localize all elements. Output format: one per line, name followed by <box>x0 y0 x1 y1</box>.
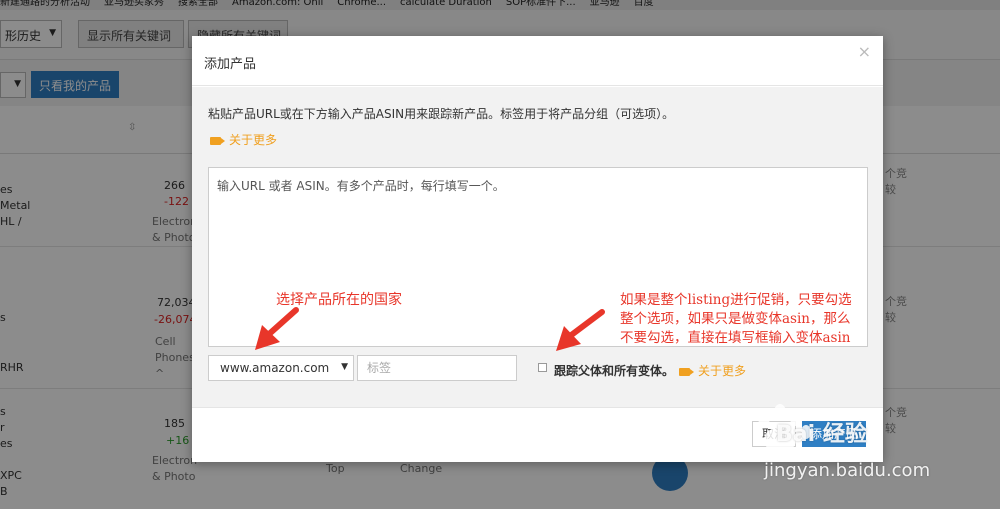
chevron-down-icon: ▼ <box>341 362 348 372</box>
watermark-url: jingyan.baidu.com <box>764 460 931 481</box>
intro-text: 粘贴产品URL或在下方输入产品ASIN用来跟踪新产品。标签用于将产品分组（可选项… <box>208 107 675 121</box>
add-product-modal: 添加产品 × 粘贴产品URL或在下方输入产品ASIN用来跟踪新产品。标签用于将产… <box>192 36 883 462</box>
country-select-value: www.amazon.com <box>220 361 330 375</box>
modal-title: 添加产品 <box>204 57 257 72</box>
watermark-brand: Bai 经验 <box>776 422 867 447</box>
country-annotation: 选择产品所在的国家 <box>276 292 402 308</box>
learn-more-label: 关于更多 <box>698 364 747 378</box>
learn-more-link[interactable]: 关于更多 <box>210 131 277 148</box>
track-variants-checkbox[interactable] <box>538 363 547 372</box>
learn-more-link-2[interactable]: 关于更多 <box>679 362 746 379</box>
track-variants-label[interactable]: 跟踪父体和所有变体。 <box>554 362 674 379</box>
tag-input[interactable] <box>357 355 517 381</box>
modal-body: 粘贴产品URL或在下方输入产品ASIN用来跟踪新产品。标签用于将产品分组（可选项… <box>192 87 883 407</box>
video-icon <box>679 367 694 376</box>
country-select[interactable]: www.amazon.com ▼ <box>208 355 354 381</box>
annotation-line: 整个选项，如果只是做变体asin，那么 <box>620 311 851 327</box>
listing-annotation: 如果是整个listing进行促销，只要勾选 整个选项，如果只是做变体asin，那… <box>620 291 852 348</box>
video-icon <box>210 136 225 145</box>
close-icon[interactable]: × <box>858 42 871 61</box>
annotation-line: 不要勾选，直接在填写框输入变体asin <box>620 330 851 346</box>
learn-more-label: 关于更多 <box>229 133 278 147</box>
baidu-watermark: Bai 经验 jingyan.baidu.com <box>746 400 996 500</box>
modal-header: 添加产品 × <box>192 36 883 86</box>
annotation-line: 如果是整个listing进行促销，只要勾选 <box>620 292 852 308</box>
